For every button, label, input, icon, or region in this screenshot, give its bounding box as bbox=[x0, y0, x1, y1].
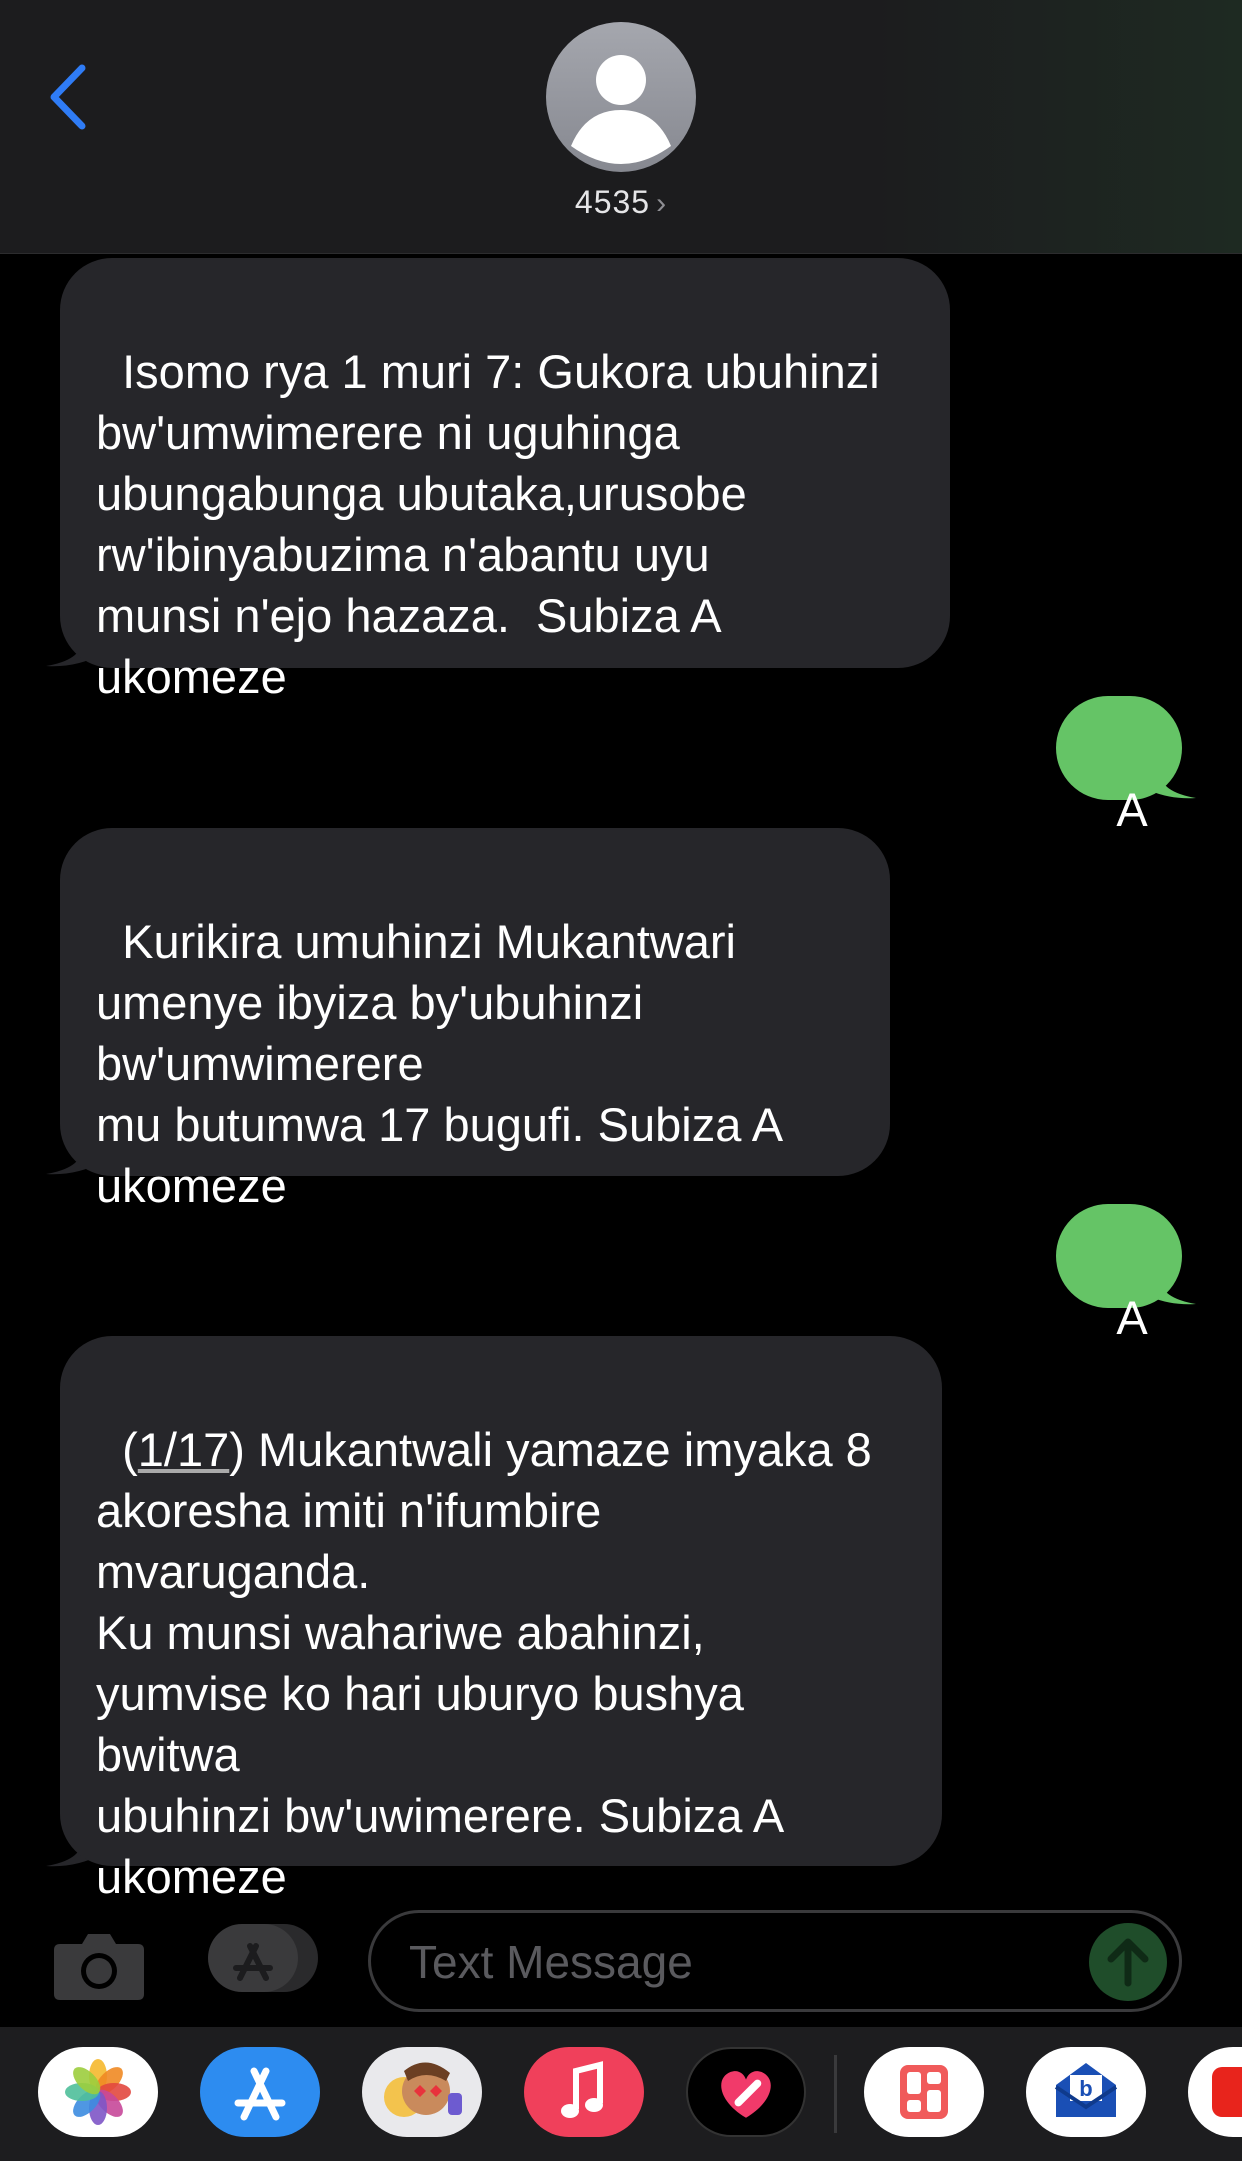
app-store-app[interactable] bbox=[200, 2047, 320, 2137]
dashboard-app[interactable] bbox=[864, 2047, 984, 2137]
message-text: A bbox=[1116, 1291, 1148, 1344]
dashboard-icon bbox=[900, 2065, 948, 2119]
dock-divider bbox=[834, 2055, 837, 2133]
music-note-icon bbox=[561, 2061, 603, 2118]
conversation-header: 4535 › bbox=[0, 0, 1242, 254]
message-bubble-incoming[interactable]: Kurikira umuhinzi Mukantwari umenye ibyi… bbox=[60, 828, 890, 1212]
apps-button[interactable] bbox=[208, 1922, 320, 1996]
app-store-icon bbox=[234, 2067, 286, 2121]
send-button[interactable] bbox=[1089, 1923, 1167, 2001]
person-icon bbox=[571, 55, 671, 164]
mail-app[interactable]: b bbox=[1026, 2047, 1146, 2137]
avatar[interactable] bbox=[546, 22, 696, 172]
message-text: Isomo rya 1 muri 7: Gukora ubuhinzi bw'u… bbox=[96, 345, 880, 703]
fitness-heart-app[interactable] bbox=[686, 2047, 806, 2137]
camera-button[interactable] bbox=[52, 1928, 146, 2002]
compose-bar: Text Message bbox=[0, 1892, 1242, 2027]
message-bubble-outgoing[interactable]: A bbox=[1056, 1204, 1182, 1344]
contact-name[interactable]: 4535 › bbox=[0, 184, 1242, 221]
heart-icon bbox=[721, 2071, 771, 2118]
message-link[interactable]: 1/17 bbox=[138, 1423, 229, 1476]
red-app[interactable] bbox=[1188, 2047, 1242, 2137]
message-bubble-incoming[interactable]: (1/17) Mukantwali yamaze imyaka 8 akores… bbox=[60, 1336, 942, 1903]
message-bubble-outgoing[interactable]: A bbox=[1056, 696, 1182, 836]
back-button[interactable] bbox=[44, 62, 94, 132]
contact-name-label: 4535 bbox=[574, 184, 651, 220]
chevron-right-icon: › bbox=[656, 187, 668, 220]
message-text: ) Mukantwali yamaze imyaka 8 akoresha im… bbox=[96, 1423, 872, 1903]
chevron-left-icon bbox=[50, 64, 86, 130]
message-input-placeholder: Text Message bbox=[409, 1936, 693, 1988]
message-bubble-incoming[interactable]: Isomo rya 1 muri 7: Gukora ubuhinzi bw'u… bbox=[60, 258, 950, 703]
photos-app[interactable] bbox=[38, 2047, 158, 2137]
arrow-up-icon bbox=[1107, 1938, 1149, 1987]
envelope-icon: b bbox=[1054, 2063, 1118, 2117]
app-store-icon bbox=[208, 1924, 318, 1992]
message-text: A bbox=[1116, 783, 1148, 836]
message-text: Kurikira umuhinzi Mukantwari umenye ibyi… bbox=[96, 915, 784, 1212]
app-icon bbox=[1212, 2067, 1242, 2117]
memoji-app[interactable] bbox=[362, 2047, 482, 2137]
message-text-prefix: ( bbox=[122, 1423, 138, 1476]
music-app[interactable] bbox=[524, 2047, 644, 2137]
app-drawer: b bbox=[0, 2027, 1242, 2161]
memoji-icon bbox=[384, 2062, 462, 2117]
svg-text:b: b bbox=[1079, 2076, 1092, 2101]
photos-icon bbox=[65, 2059, 131, 2125]
message-input[interactable]: Text Message bbox=[368, 1910, 1182, 2012]
camera-icon bbox=[54, 1934, 144, 2000]
